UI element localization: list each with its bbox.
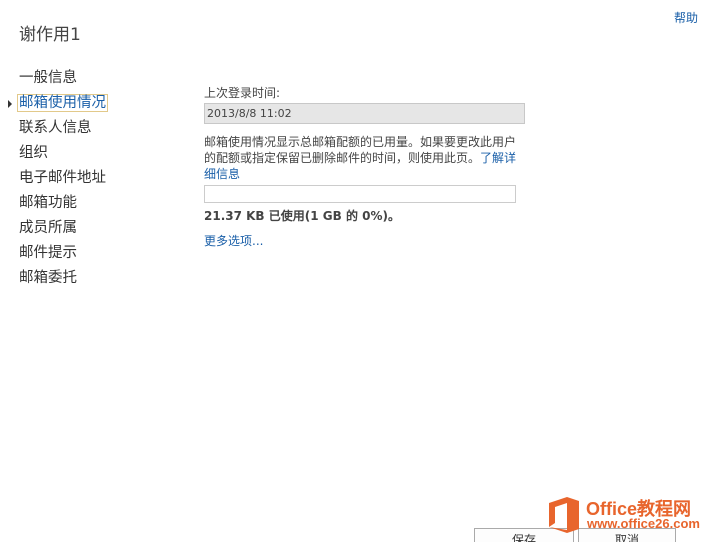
sidebar-item-mailbox-features[interactable]: 邮箱功能 <box>19 191 169 216</box>
usage-progress-bar <box>204 185 516 203</box>
sidebar-item-mailbox-usage[interactable]: 邮箱使用情况 <box>8 91 169 116</box>
sidebar-item-label: 电子邮件地址 <box>19 170 106 186</box>
sidebar-item-organization[interactable]: 组织 <box>19 141 169 166</box>
office-logo-icon <box>549 497 579 533</box>
sidebar-nav: 一般信息 邮箱使用情况 联系人信息 组织 电子邮件地址 邮箱功能 成员所属 邮件… <box>8 66 169 291</box>
sidebar-item-label: 邮件提示 <box>19 245 77 261</box>
sidebar-item-label: 一般信息 <box>19 70 77 86</box>
last-logon-label: 上次登录时间: <box>204 86 281 100</box>
help-link[interactable]: 帮助 <box>674 9 698 26</box>
sidebar-item-general[interactable]: 一般信息 <box>19 66 169 91</box>
sidebar-item-label: 邮箱使用情况 <box>17 94 108 112</box>
selected-arrow-icon <box>8 100 12 108</box>
more-options-link[interactable]: 更多选项... <box>204 232 524 249</box>
sidebar-item-mailtip[interactable]: 邮件提示 <box>19 241 169 266</box>
sidebar-item-label: 邮箱委托 <box>19 270 77 286</box>
sidebar-item-email-address[interactable]: 电子邮件地址 <box>19 166 169 191</box>
sidebar-item-mailbox-delegation[interactable]: 邮箱委托 <box>19 266 169 291</box>
usage-summary: 21.37 KB 已使用(1 GB 的 0%)。 <box>204 209 400 223</box>
main-content: 上次登录时间: 2013/8/8 11:02 邮箱使用情况显示总邮箱配额的已用量… <box>204 85 525 249</box>
page-title: 谢作用1 <box>19 25 81 45</box>
sidebar-item-label: 联系人信息 <box>19 120 92 136</box>
watermark-line2: www.office26.com <box>587 516 700 531</box>
usage-description: 邮箱使用情况显示总邮箱配额的已用量。如果要更改此用户的配额或指定保留已删除邮件的… <box>204 134 522 182</box>
sidebar-item-label: 组织 <box>19 145 48 161</box>
sidebar-item-member-of[interactable]: 成员所属 <box>19 216 169 241</box>
watermark: Office教程网 www.office26.com <box>545 494 708 538</box>
sidebar-item-label: 成员所属 <box>19 220 77 236</box>
sidebar-item-contact-info[interactable]: 联系人信息 <box>19 116 169 141</box>
last-logon-field: 2013/8/8 11:02 <box>204 103 525 124</box>
usage-description-text: 邮箱使用情况显示总邮箱配额的已用量。如果要更改此用户的配额或指定保留已删除邮件的… <box>204 135 517 165</box>
sidebar-item-label: 邮箱功能 <box>19 195 77 211</box>
